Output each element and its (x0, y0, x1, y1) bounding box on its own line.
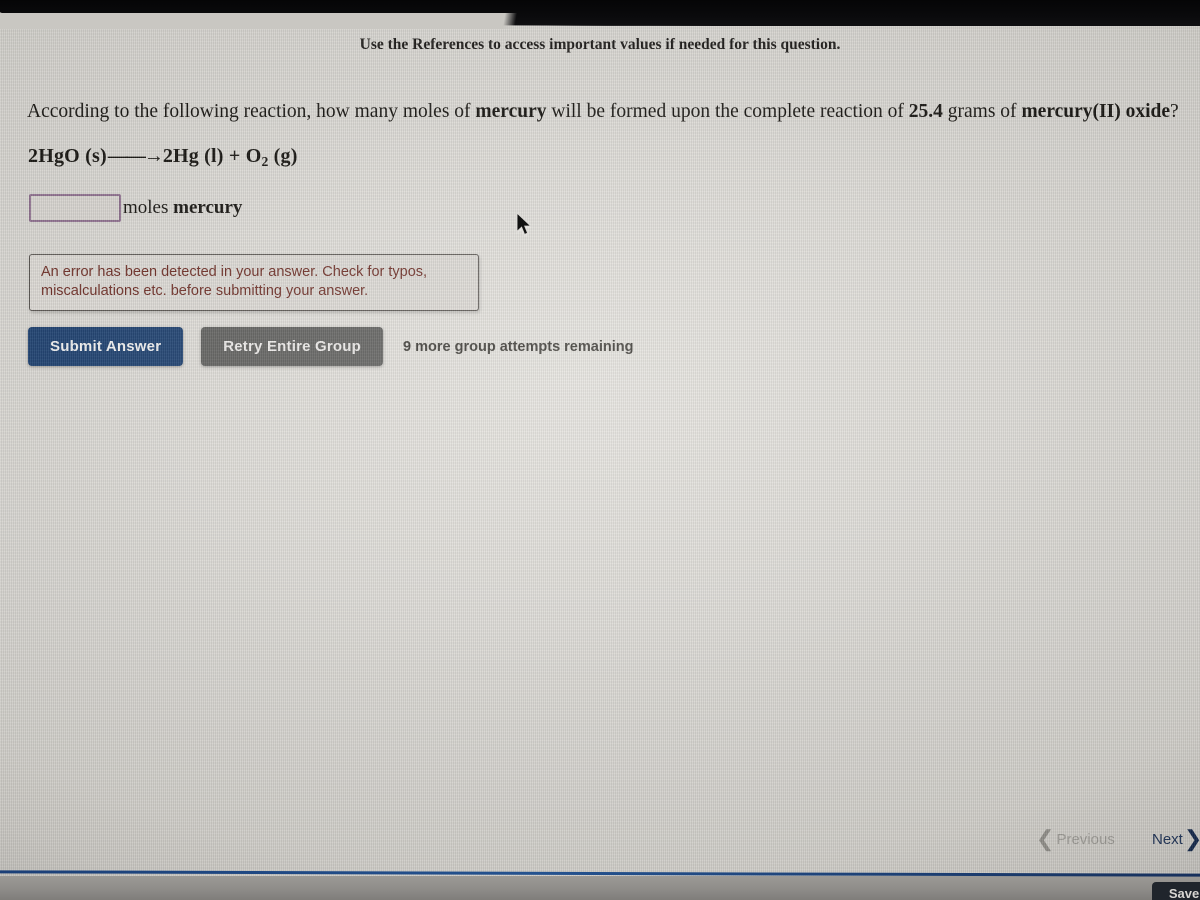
next-button[interactable]: Next ❯ (1152, 828, 1200, 850)
question-text-part4: ? (1170, 101, 1179, 122)
question-text-part1: According to the following reaction, how… (27, 101, 476, 122)
action-button-row: Submit Answer Retry Entire Group 9 more … (28, 327, 633, 366)
equation-plus-sign: + (228, 145, 241, 167)
browser-page: [References] Use the References to acces… (0, 1, 1200, 876)
question-text-part3: grams of (942, 101, 1022, 122)
chevron-right-icon: ❯ (1184, 828, 1200, 850)
error-message-box: An error has been detected in your answe… (29, 254, 479, 311)
equation-product-2-state: (g) (268, 145, 298, 167)
bottom-toolbar-strip (0, 876, 1200, 900)
question-bold-mass: 25.4 (908, 101, 943, 122)
save-button[interactable]: Save (1152, 882, 1200, 900)
monitor-top-bezel (0, 0, 1200, 29)
equation-product-2: O2 (g) (245, 145, 298, 169)
next-button-label: Next (1152, 830, 1183, 848)
equation-product-2-formula: O (245, 145, 262, 167)
equation-product-1: 2Hg (l) (162, 145, 224, 167)
retry-entire-group-button[interactable]: Retry Entire Group (201, 327, 384, 366)
equation-reactant: 2HgO (s) (28, 145, 107, 167)
submit-answer-button[interactable]: Submit Answer (28, 327, 184, 366)
previous-button[interactable]: ❮ Previous (1036, 828, 1115, 850)
question-bold-compound: mercury(II) oxide (1021, 101, 1171, 122)
references-instruction-text: Use the References to access important v… (359, 36, 841, 53)
attempts-remaining-text: 9 more group attempts remaining (403, 338, 634, 355)
monitor-photo: [References] Use the References to acces… (0, 0, 1200, 900)
question-text-part2: will be formed upon the complete reactio… (546, 101, 909, 122)
answer-unit-prefix: moles (123, 197, 174, 218)
answer-input[interactable] (29, 194, 121, 222)
chevron-left-icon: ❮ (1036, 826, 1055, 851)
answer-unit-bold: mercury (173, 197, 243, 218)
question-bold-mercury: mercury (475, 101, 547, 122)
previous-button-label: Previous (1056, 830, 1115, 848)
reaction-arrow-icon: ——→ (107, 145, 164, 167)
answer-row: moles mercury (29, 194, 242, 222)
question-text: According to the following reaction, how… (27, 100, 1179, 124)
chemical-equation: 2HgO (s)——→2Hg (l) + O2 (g) (28, 145, 298, 170)
answer-unit-label: moles mercury (123, 197, 242, 219)
